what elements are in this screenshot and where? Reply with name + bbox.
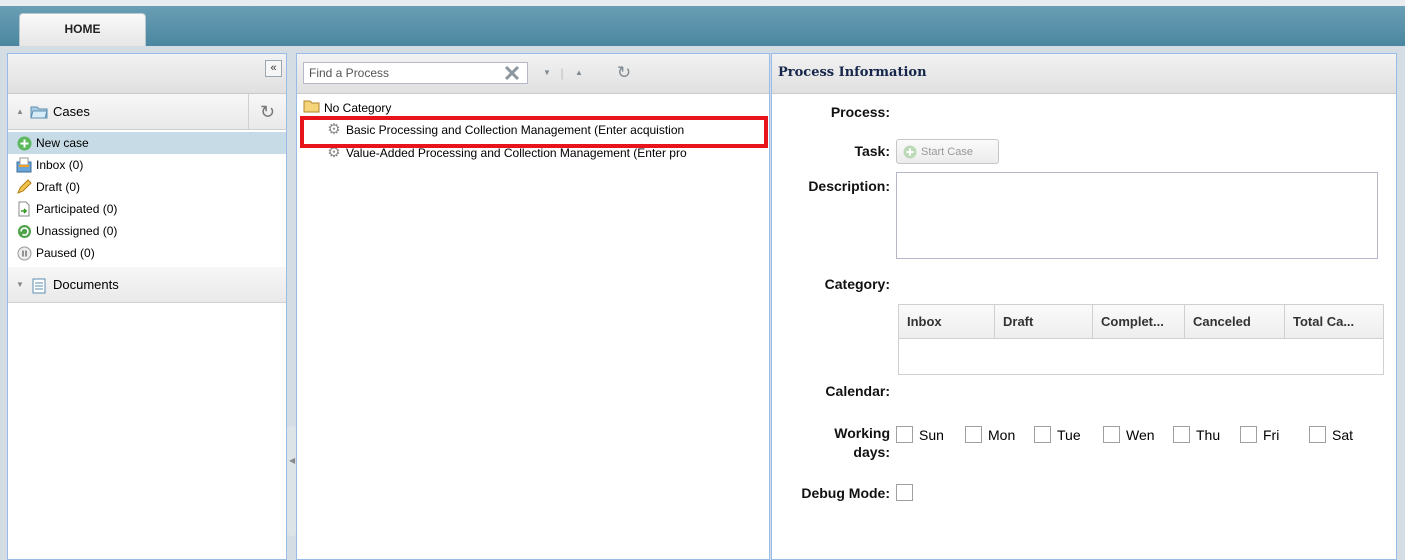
working-days-label-line1: Working xyxy=(834,425,890,441)
day-label: Sun xyxy=(919,426,944,443)
folder-icon xyxy=(303,100,321,116)
process-info-panel: Process Information Process: Task: Start… xyxy=(771,53,1397,560)
debug-mode-checkbox[interactable] xyxy=(896,484,913,501)
checkbox[interactable] xyxy=(1034,426,1051,443)
case-item-new-case[interactable]: New case xyxy=(8,132,286,154)
plus-circle-icon xyxy=(16,135,32,151)
collapse-up-icon[interactable]: ▲ xyxy=(572,62,586,84)
process-info-header: Process Information xyxy=(772,54,1396,94)
category-label: Category: xyxy=(824,276,890,292)
panel-splitter[interactable]: ◀ xyxy=(287,426,296,536)
case-item-label: Inbox (0) xyxy=(36,158,84,172)
double-chevron-left-icon[interactable]: « xyxy=(265,60,282,77)
triangle-down-icon: ▼ xyxy=(16,280,24,289)
documents-icon xyxy=(30,278,48,293)
cases-folder-icon xyxy=(30,105,48,119)
cases-accordion-header[interactable]: ▲ Cases ↻ xyxy=(8,94,286,130)
main-frame: « ▲ Cases ↻ New case Inbox (0) Draft (0)… xyxy=(0,46,1405,560)
clear-search-icon[interactable] xyxy=(500,62,524,84)
column-header-inbox[interactable]: Inbox xyxy=(899,305,995,338)
document-arrow-icon xyxy=(16,201,32,217)
cases-header-label: Cases xyxy=(53,104,90,119)
case-item-label: Paused (0) xyxy=(36,246,95,260)
checkbox[interactable] xyxy=(896,426,913,443)
case-item-inbox[interactable]: Inbox (0) xyxy=(8,154,286,176)
column-header-draft[interactable]: Draft xyxy=(995,305,1093,338)
column-header-completed[interactable]: Complet... xyxy=(1093,305,1185,338)
case-item-participated[interactable]: Participated (0) xyxy=(8,198,286,220)
documents-header-label: Documents xyxy=(53,277,119,292)
day-checkbox-thu[interactable]: Thu xyxy=(1173,426,1220,443)
inbox-icon xyxy=(16,157,32,173)
start-case-button[interactable]: Start Case xyxy=(896,139,999,164)
case-counts-grid: Inbox Draft Complet... Canceled Total Ca… xyxy=(898,304,1384,375)
case-item-label: Participated (0) xyxy=(36,202,118,216)
triangle-up-icon: ▲ xyxy=(16,107,24,116)
task-label: Task: xyxy=(854,143,890,159)
day-label: Wen xyxy=(1126,426,1155,443)
top-bar: HOME xyxy=(0,0,1405,46)
case-item-label: New case xyxy=(36,136,89,150)
day-label: Mon xyxy=(988,426,1016,443)
calendar-label: Calendar: xyxy=(825,383,890,399)
description-field[interactable] xyxy=(896,172,1378,259)
day-label: Fri xyxy=(1263,426,1280,443)
process-toolbar: ▼ | ▲ ↻ xyxy=(297,54,769,94)
day-checkbox-tue[interactable]: Tue xyxy=(1034,426,1081,443)
process-label: Process: xyxy=(830,104,890,120)
column-header-canceled[interactable]: Canceled xyxy=(1185,305,1285,338)
column-header-total-cases[interactable]: Total Ca... xyxy=(1285,305,1383,338)
pause-icon xyxy=(16,245,32,261)
pencil-icon xyxy=(16,179,32,195)
refresh-icon[interactable]: ↻ xyxy=(613,62,635,84)
case-item-paused[interactable]: Paused (0) xyxy=(8,242,286,264)
debug-mode-label: Debug Mode: xyxy=(801,485,890,501)
case-item-label: Unassigned (0) xyxy=(36,224,118,238)
checkbox[interactable] xyxy=(1240,426,1257,443)
highlight-box xyxy=(300,116,768,148)
checkbox[interactable] xyxy=(1309,426,1326,443)
category-label: No Category xyxy=(324,101,392,115)
case-list: New case Inbox (0) Draft (0) Participate… xyxy=(8,130,286,264)
left-panel: « ▲ Cases ↻ New case Inbox (0) Draft (0)… xyxy=(7,53,287,560)
checkbox[interactable] xyxy=(965,426,982,443)
case-item-draft[interactable]: Draft (0) xyxy=(8,176,286,198)
case-item-unassigned[interactable]: Unassigned (0) xyxy=(8,220,286,242)
plus-circle-icon xyxy=(903,145,917,158)
tree-category-row[interactable]: No Category xyxy=(303,98,769,118)
checkbox[interactable] xyxy=(1103,426,1120,443)
splitter-arrow-icon: ◀ xyxy=(289,456,296,465)
day-label: Sat xyxy=(1332,426,1354,443)
toolbar-separator: | xyxy=(560,66,564,80)
grid-header-row: Inbox Draft Complet... Canceled Total Ca… xyxy=(899,305,1383,339)
working-days-label-line2: days: xyxy=(853,444,890,460)
find-process-input[interactable] xyxy=(303,62,528,84)
checkbox[interactable] xyxy=(1173,426,1190,443)
day-checkbox-mon[interactable]: Mon xyxy=(965,426,1015,443)
recycle-icon xyxy=(16,223,32,239)
day-checkbox-sun[interactable]: Sun xyxy=(896,426,944,443)
start-case-label: Start Case xyxy=(921,145,973,158)
case-item-label: Draft (0) xyxy=(36,180,81,194)
day-checkbox-fri[interactable]: Fri xyxy=(1240,426,1279,443)
left-panel-header: « xyxy=(8,54,286,94)
day-checkbox-sat[interactable]: Sat xyxy=(1309,426,1353,443)
tab-home[interactable]: HOME xyxy=(19,13,146,46)
working-days-label: Working days: xyxy=(772,424,890,462)
day-label: Tue xyxy=(1057,426,1081,443)
day-label: Thu xyxy=(1196,426,1221,443)
refresh-icon[interactable]: ↻ xyxy=(248,94,286,130)
day-checkbox-wen[interactable]: Wen xyxy=(1103,426,1155,443)
documents-accordion-header[interactable]: ▼ Documents xyxy=(8,267,286,303)
description-label: Description: xyxy=(808,178,890,194)
expand-down-icon[interactable]: ▼ xyxy=(540,62,554,84)
